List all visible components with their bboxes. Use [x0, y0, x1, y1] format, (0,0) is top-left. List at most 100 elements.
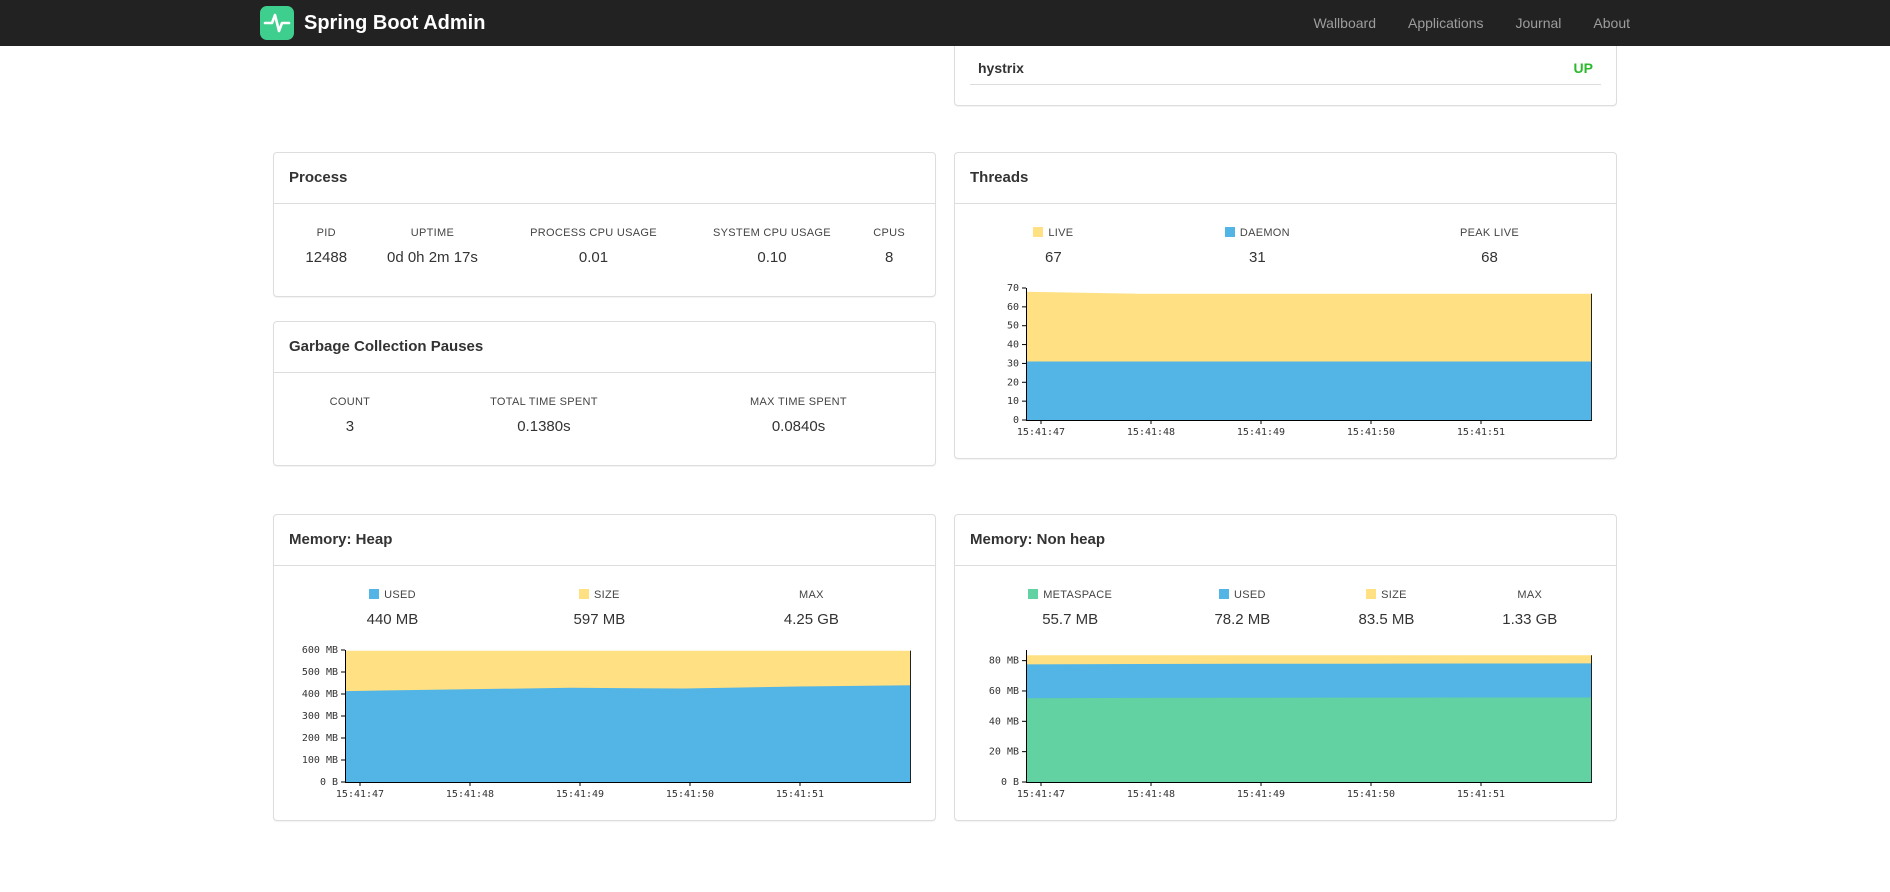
app-brand[interactable]: Spring Boot Admin [260, 6, 485, 40]
memory-nonheap-legend-table: METASPACE USED SIZE MAX 55.7 MB 78.2 MB … [970, 578, 1601, 640]
threads-panel: Threads LIVE DAEMON PEAK LIVE 67 31 68 0… [954, 152, 1617, 459]
stat-label: CPUS [873, 227, 906, 239]
process-stats-table: PID UPTIME PROCESS CPU USAGE SYSTEM CPU … [289, 216, 920, 278]
stat-value: 67 [1045, 249, 1062, 266]
svg-text:40 MB: 40 MB [989, 716, 1019, 727]
navbar-inner: Spring Boot Admin Wallboard Applications… [260, 0, 1630, 46]
stat-label: PEAK LIVE [1460, 227, 1519, 239]
status-badge: UP [1573, 60, 1593, 76]
nav-journal[interactable]: Journal [1515, 15, 1561, 31]
stat-value: 0.01 [578, 249, 609, 266]
threads-chart: 0 10 20 30 40 50 60 70 15:41:47 15:41:48 15:41:49 1… [1007, 283, 1592, 438]
stat-value: 597 MB [573, 611, 626, 628]
svg-text:400 MB: 400 MB [302, 689, 338, 700]
stat-label: MAX TIME SPENT [750, 396, 847, 408]
svg-text:70: 70 [1007, 283, 1019, 294]
stat-value: 440 MB [366, 611, 419, 628]
svg-text:15:41:49: 15:41:49 [556, 789, 604, 800]
stat-label: USED [384, 589, 416, 601]
stat-value: 0.1380s [517, 418, 571, 435]
health-panel: hystrix UP [954, 41, 1617, 106]
svg-text:15:41:51: 15:41:51 [1457, 427, 1505, 438]
nav-about[interactable]: About [1593, 15, 1630, 31]
heartbeat-logo-icon [260, 6, 294, 40]
svg-text:15:41:51: 15:41:51 [1457, 789, 1505, 800]
metaspace-series-swatch [1028, 589, 1039, 599]
stat-value: 12488 [305, 249, 348, 266]
live-series-swatch [1033, 227, 1044, 237]
stat-value: 4.25 GB [783, 611, 839, 628]
stat-value: 78.2 MB [1214, 611, 1271, 628]
svg-text:15:41:51: 15:41:51 [776, 789, 824, 800]
svg-text:200 MB: 200 MB [302, 733, 338, 744]
used-series-swatch [369, 589, 380, 599]
stat-value: 83.5 MB [1358, 611, 1415, 628]
svg-text:15:41:50: 15:41:50 [666, 789, 714, 800]
stat-label: UPTIME [410, 227, 455, 239]
stat-value: 31 [1249, 249, 1266, 266]
navbar: Spring Boot Admin Wallboard Applications… [0, 0, 1890, 46]
health-panel-body: hystrix UP [955, 42, 1616, 105]
svg-text:500 MB: 500 MB [302, 667, 338, 678]
size-series-swatch [1366, 589, 1377, 599]
svg-text:100 MB: 100 MB [302, 755, 338, 766]
size-series-swatch [579, 589, 590, 599]
svg-text:15:41:49: 15:41:49 [1237, 789, 1285, 800]
svg-text:20: 20 [1007, 377, 1019, 388]
memory-heap-legend-table: USED SIZE MAX 440 MB 597 MB 4.25 GB [289, 578, 920, 640]
stat-label: USED [1233, 589, 1266, 601]
process-panel-body: PID UPTIME PROCESS CPU USAGE SYSTEM CPU … [274, 204, 935, 296]
stat-label: COUNT [329, 396, 371, 408]
stat-label: PID [316, 227, 336, 239]
svg-text:15:41:48: 15:41:48 [446, 789, 494, 800]
gc-panel: Garbage Collection Pauses COUNT TOTAL TI… [273, 321, 936, 466]
memory-heap-panel-body: USED SIZE MAX 440 MB 597 MB 4.25 GB 0 B … [274, 566, 935, 820]
stat-value: 68 [1481, 249, 1498, 266]
svg-text:600 MB: 600 MB [302, 645, 338, 656]
svg-text:80 MB: 80 MB [989, 656, 1019, 667]
svg-text:15:41:49: 15:41:49 [1237, 427, 1285, 438]
stat-value: 0.10 [757, 249, 787, 266]
svg-text:15:41:48: 15:41:48 [1127, 789, 1175, 800]
nav-wallboard[interactable]: Wallboard [1313, 15, 1376, 31]
threads-legend-table: LIVE DAEMON PEAK LIVE 67 31 68 [970, 216, 1601, 278]
svg-text:0 B: 0 B [320, 777, 338, 788]
stat-value: 3 [345, 418, 355, 435]
health-row-hystrix: hystrix UP [970, 52, 1601, 85]
service-name: hystrix [978, 60, 1024, 76]
main-content: hystrix UP Process PID UPTIME PROCESS CP… [273, 0, 1617, 821]
stat-label: METASPACE [1043, 589, 1113, 601]
svg-text:20 MB: 20 MB [989, 747, 1019, 758]
memory-heap-chart: 0 B 100 MB 200 MB 300 MB 400 MB 500 MB 600 MB 1… [302, 645, 911, 800]
svg-text:300 MB: 300 MB [302, 711, 338, 722]
svg-text:15:41:48: 15:41:48 [1127, 427, 1175, 438]
stat-value: 0.0840s [771, 418, 826, 435]
daemon-series-swatch [1224, 227, 1235, 237]
used-series-swatch [1218, 589, 1229, 599]
svg-text:30: 30 [1007, 358, 1019, 369]
gc-stats-table: COUNT TOTAL TIME SPENT MAX TIME SPENT 3 … [289, 385, 920, 447]
stat-label: SIZE [594, 589, 620, 601]
process-panel-title: Process [274, 153, 935, 204]
memory-nonheap-panel: Memory: Non heap METASPACE USED SIZE MAX… [954, 514, 1617, 821]
svg-text:15:41:47: 15:41:47 [336, 789, 384, 800]
stat-label: SYSTEM CPU USAGE [713, 227, 831, 239]
threads-panel-title: Threads [955, 153, 1616, 204]
gc-panel-title: Garbage Collection Pauses [274, 322, 935, 373]
svg-text:0: 0 [1013, 415, 1019, 426]
process-panel: Process PID UPTIME PROCESS CPU USAGE SYS… [273, 152, 936, 297]
stat-label: LIVE [1048, 227, 1074, 239]
stat-value: 8 [885, 249, 894, 266]
nav-applications[interactable]: Applications [1408, 15, 1484, 31]
svg-text:0 B: 0 B [1001, 777, 1019, 788]
svg-text:60: 60 [1007, 302, 1019, 313]
stat-value: 1.33 GB [1502, 611, 1558, 628]
memory-nonheap-panel-body: METASPACE USED SIZE MAX 55.7 MB 78.2 MB … [955, 566, 1616, 820]
svg-text:50: 50 [1007, 321, 1019, 332]
svg-text:15:41:50: 15:41:50 [1347, 789, 1395, 800]
threads-panel-body: LIVE DAEMON PEAK LIVE 67 31 68 0 10 20 3… [955, 204, 1616, 458]
svg-text:10: 10 [1007, 396, 1019, 407]
spring-boot-admin-logo [260, 6, 294, 40]
svg-text:15:41:47: 15:41:47 [1017, 427, 1065, 438]
stat-label: SIZE [1381, 589, 1407, 601]
